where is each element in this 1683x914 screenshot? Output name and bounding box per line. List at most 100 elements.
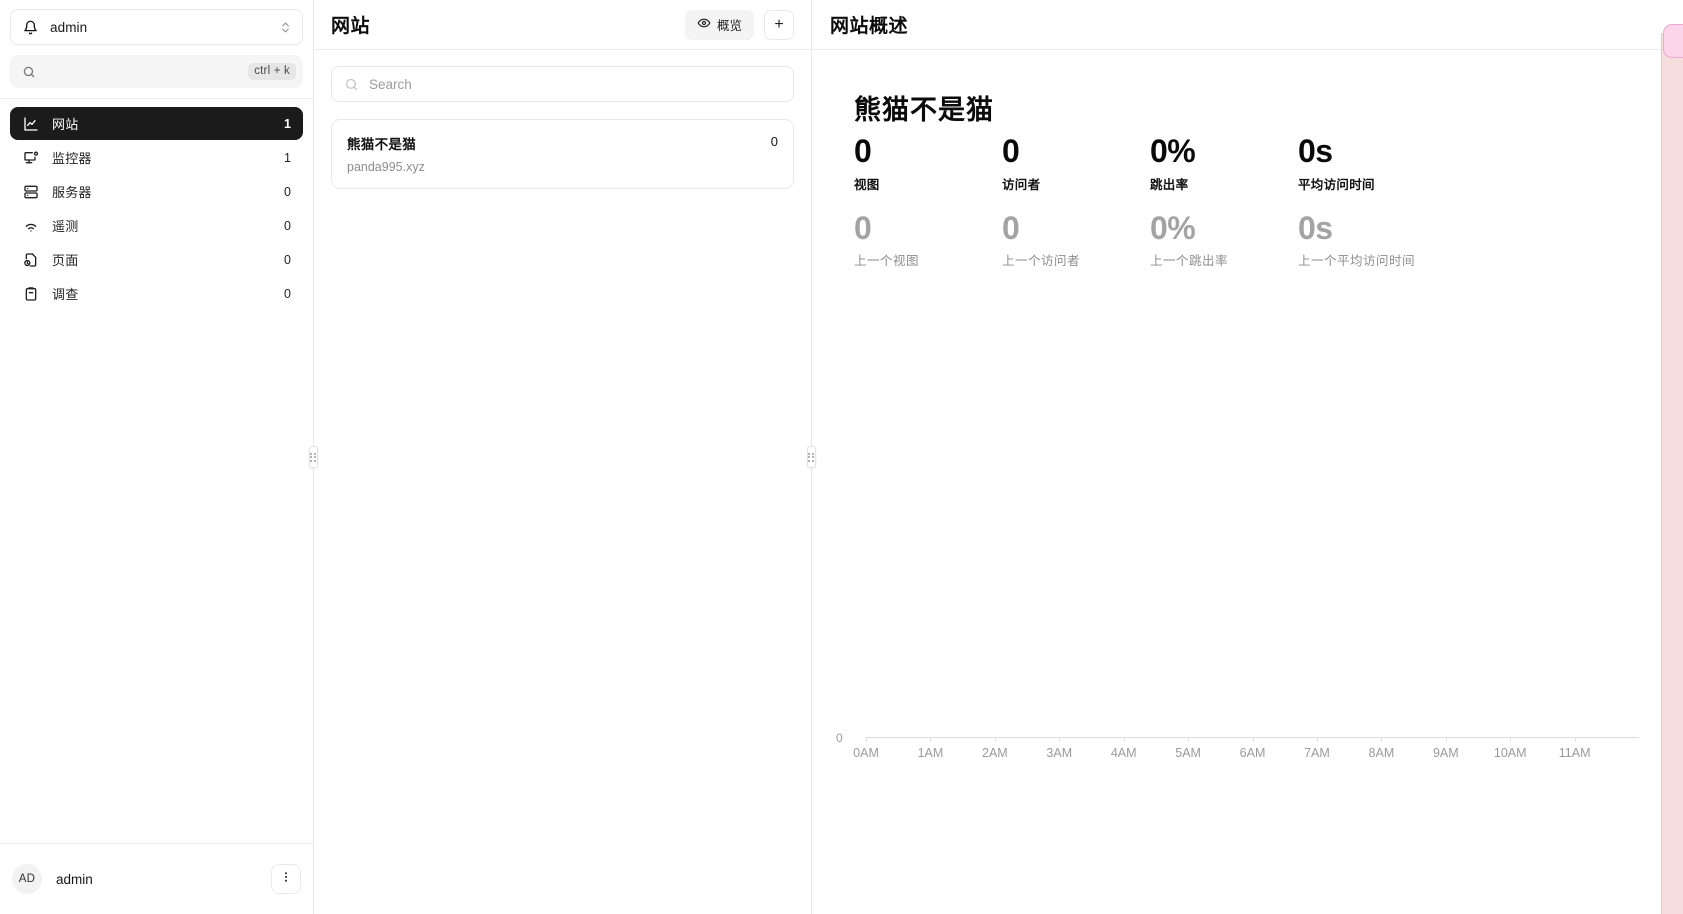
metrics-current-row: 0 视图 0 访问者 0% 跳出率 0s 平均访问时间: [812, 135, 1683, 193]
site-card-main: 熊猫不是猫 panda995.xyz: [347, 133, 771, 174]
x-axis-tick-mark: [1317, 737, 1318, 741]
org-switcher[interactable]: admin: [10, 9, 303, 45]
sidebar-search-wrap: ctrl + k: [0, 55, 313, 99]
metric-label: 上一个视图: [854, 250, 1002, 269]
metric-prev-views: 0 上一个视图: [854, 212, 1002, 270]
clipboard-icon: [22, 285, 39, 302]
metric-label: 访问者: [1002, 174, 1150, 193]
x-axis-tick-label: 2AM: [982, 746, 1008, 760]
sidebar-item-pages[interactable]: 页面 0: [10, 243, 303, 276]
x-axis-tick-mark: [1188, 737, 1189, 741]
metrics-previous-row: 0 上一个视图 0 上一个访问者 0% 上一个跳出率 0s 上一个平均访问时间: [812, 212, 1683, 270]
x-axis-tick-label: 10AM: [1494, 746, 1527, 760]
file-clock-icon: [22, 251, 39, 268]
x-axis-tick: 6AM: [1253, 737, 1317, 738]
sidebar-item-servers[interactable]: 服务器 0: [10, 175, 303, 208]
x-axis-tick-mark: [866, 737, 867, 741]
metric-value: 0s: [1298, 212, 1498, 246]
search-input-wrapper[interactable]: [331, 66, 794, 102]
sidebar-item-count: 0: [284, 287, 291, 301]
x-axis-tick: 5AM: [1188, 737, 1252, 738]
search-shortcut-badge: ctrl + k: [248, 63, 296, 81]
x-axis-tick: 0AM: [866, 737, 930, 738]
x-axis-tick-mark: [930, 737, 931, 741]
overview-button-label: 概览: [717, 15, 742, 34]
sidebar-item-websites[interactable]: 网站 1: [10, 107, 303, 140]
sidebar-item-monitors[interactable]: 监控器 1: [10, 141, 303, 174]
kebab-menu-icon: [279, 870, 293, 889]
sidebar-item-count: 0: [284, 185, 291, 199]
server-icon: [22, 183, 39, 200]
x-axis-tick: 7AM: [1317, 737, 1381, 738]
metric-value: 0s: [1298, 135, 1498, 169]
sidebar-item-count: 1: [284, 151, 291, 165]
metric-avg-visit-time: 0s 平均访问时间: [1298, 135, 1498, 193]
y-axis-tick-label: 0: [836, 731, 843, 745]
metric-value: 0: [854, 135, 1002, 169]
sidebar-item-surveys[interactable]: 调查 0: [10, 277, 303, 310]
search-icon: [344, 77, 359, 92]
detail-panel-body: 熊猫不是猫 0 视图 0 访问者 0% 跳出率 0s 平均访问时间: [812, 50, 1683, 914]
overview-button[interactable]: 概览: [685, 10, 754, 40]
x-axis-tick: 4AM: [1124, 737, 1188, 738]
sidebar-item-label: 调查: [52, 284, 271, 303]
x-axis-tick-label: 7AM: [1304, 746, 1330, 760]
chart-area-icon: [22, 115, 39, 132]
add-website-button[interactable]: +: [764, 10, 794, 40]
plus-icon: +: [774, 17, 783, 33]
sidebar-item-count: 0: [284, 253, 291, 267]
metric-value: 0%: [1150, 135, 1298, 169]
page-title: 网站: [331, 11, 675, 38]
drag-grip-icon: [309, 446, 318, 468]
website-overview-panel: 网站概述 熊猫不是猫 0 视图 0 访问者 0% 跳出率 0s: [812, 0, 1683, 914]
x-axis-tick-mark: [1381, 737, 1382, 741]
metric-prev-avg-visit-time: 0s 上一个平均访问时间: [1298, 212, 1498, 270]
search-icon: [22, 65, 36, 79]
org-name: admin: [50, 20, 267, 35]
sidebar-spacer: [0, 310, 313, 843]
x-axis-tick-label: 0AM: [853, 746, 879, 760]
x-axis-tick-mark: [1253, 737, 1254, 741]
metric-views: 0 视图: [854, 135, 1002, 193]
sidebar-item-label: 监控器: [52, 148, 271, 167]
metric-label: 上一个跳出率: [1150, 250, 1298, 269]
sidebar-item-label: 网站: [52, 114, 271, 133]
user-menu-button[interactable]: [271, 864, 301, 894]
search-input[interactable]: [369, 77, 781, 92]
x-axis-tick-mark: [1575, 737, 1576, 741]
x-axis-tick: 11AM: [1575, 737, 1639, 738]
metric-label: 上一个访问者: [1002, 250, 1150, 269]
metric-value: 0%: [1150, 212, 1298, 246]
x-axis-tick-label: 4AM: [1111, 746, 1137, 760]
x-axis-tick-label: 1AM: [918, 746, 944, 760]
metric-value: 0: [1002, 135, 1150, 169]
metric-value: 0: [854, 212, 1002, 246]
x-axis-tick-label: 8AM: [1369, 746, 1395, 760]
sidebar-item-telemetry[interactable]: 遥测 0: [10, 209, 303, 242]
x-axis-tick: 9AM: [1446, 737, 1510, 738]
sidebar-resize-handle[interactable]: [309, 0, 318, 914]
list-panel-body: 熊猫不是猫 panda995.xyz 0: [314, 50, 811, 189]
site-name: 熊猫不是猫: [347, 133, 771, 153]
x-axis-tick-label: 9AM: [1433, 746, 1459, 760]
x-axis-tick: 10AM: [1510, 737, 1574, 738]
x-axis-tick-label: 3AM: [1046, 746, 1072, 760]
x-axis-tick-label: 11AM: [1559, 746, 1591, 760]
sidebar-nav: 网站 1 监控器 1: [0, 99, 313, 310]
traffic-chart: 0 0AM1AM2AM3AM4AM5AM6AM7AM8AM9AM10AM11AM: [854, 350, 1639, 738]
sidebar-item-label: 页面: [52, 250, 271, 269]
x-axis-tick: 3AM: [1059, 737, 1123, 738]
x-axis-tick-label: 5AM: [1175, 746, 1201, 760]
sidebar-item-label: 遥测: [52, 216, 271, 235]
metric-label: 平均访问时间: [1298, 174, 1498, 193]
sidebar-item-count: 1: [284, 117, 291, 131]
x-axis-ticks: 0AM1AM2AM3AM4AM5AM6AM7AM8AM9AM10AM11AM: [866, 737, 1639, 738]
metric-label: 跳出率: [1150, 174, 1298, 193]
sidebar: admin ctrl + k: [0, 0, 314, 914]
x-axis-tick-mark: [1059, 737, 1060, 741]
list-item[interactable]: 熊猫不是猫 panda995.xyz 0: [331, 119, 794, 189]
x-axis-tick-label: 6AM: [1240, 746, 1266, 760]
list-panel-resize-handle[interactable]: [807, 0, 816, 914]
footer-user-name: admin: [56, 872, 257, 887]
sidebar-search[interactable]: ctrl + k: [10, 55, 303, 88]
